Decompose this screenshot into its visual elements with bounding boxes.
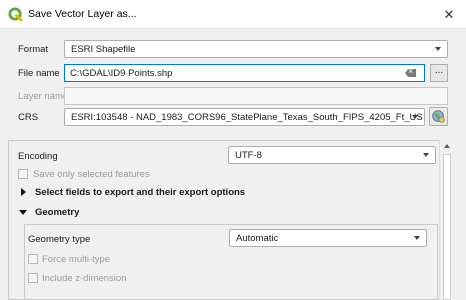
geometry-type-select[interactable]: Automatic <box>229 229 427 247</box>
chevron-down-icon <box>414 236 420 240</box>
clear-icon[interactable] <box>405 69 416 77</box>
scroll-up-icon[interactable] <box>444 144 450 148</box>
filename-label: File name <box>18 68 60 79</box>
format-label: Format <box>18 44 49 55</box>
include-z-checkbox[interactable] <box>28 273 38 283</box>
force-multi-checkbox[interactable] <box>28 254 38 264</box>
scroll-thumb[interactable] <box>443 154 451 300</box>
chevron-down-icon <box>423 153 429 157</box>
browse-button[interactable]: ... <box>430 64 448 82</box>
select-fields-header[interactable]: Select fields to export and their export… <box>35 187 245 198</box>
crs-select[interactable]: ESRI:103548 - NAD_1983_CORS96_StatePlane… <box>64 108 425 126</box>
format-select[interactable]: ESRI Shapefile <box>64 40 448 58</box>
layername-input[interactable] <box>64 87 448 105</box>
window-title: Save Vector Layer as... <box>28 8 137 20</box>
encoding-value: UTF-8 <box>235 150 262 161</box>
encoding-label: Encoding <box>18 151 58 162</box>
close-icon: ✕ <box>443 6 455 22</box>
scrollbar[interactable] <box>439 140 454 300</box>
filename-input[interactable]: C:\GDAL\ID9 Points.shp <box>64 64 425 82</box>
chevron-down-icon <box>412 115 418 119</box>
expand-right-icon[interactable] <box>21 188 26 196</box>
filename-value: C:\GDAL\ID9 Points.shp <box>70 68 173 79</box>
save-selected-label: Save only selected features <box>33 169 150 180</box>
globe-icon <box>432 110 445 123</box>
geometry-header[interactable]: Geometry <box>35 207 79 218</box>
qgis-logo-icon <box>8 7 23 22</box>
encoding-select[interactable]: UTF-8 <box>228 146 436 164</box>
title-bar: Save Vector Layer as... ✕ <box>0 0 466 29</box>
collapse-down-icon[interactable] <box>19 210 27 215</box>
chevron-down-icon <box>435 47 441 51</box>
crs-value: ESRI:103548 - NAD_1983_CORS96_StatePlane… <box>71 112 423 123</box>
force-multi-label: Force multi-type <box>42 254 111 265</box>
crs-selector-button[interactable] <box>429 107 448 126</box>
save-selected-checkbox[interactable] <box>18 169 28 179</box>
geometry-type-value: Automatic <box>236 233 279 244</box>
format-value: ESRI Shapefile <box>71 44 136 55</box>
geometry-type-label: Geometry type <box>28 234 91 245</box>
include-z-label: Include z-dimension <box>42 273 127 284</box>
close-button[interactable]: ✕ <box>432 0 466 29</box>
crs-label: CRS <box>18 112 39 123</box>
layername-label: Layer name <box>18 91 69 102</box>
